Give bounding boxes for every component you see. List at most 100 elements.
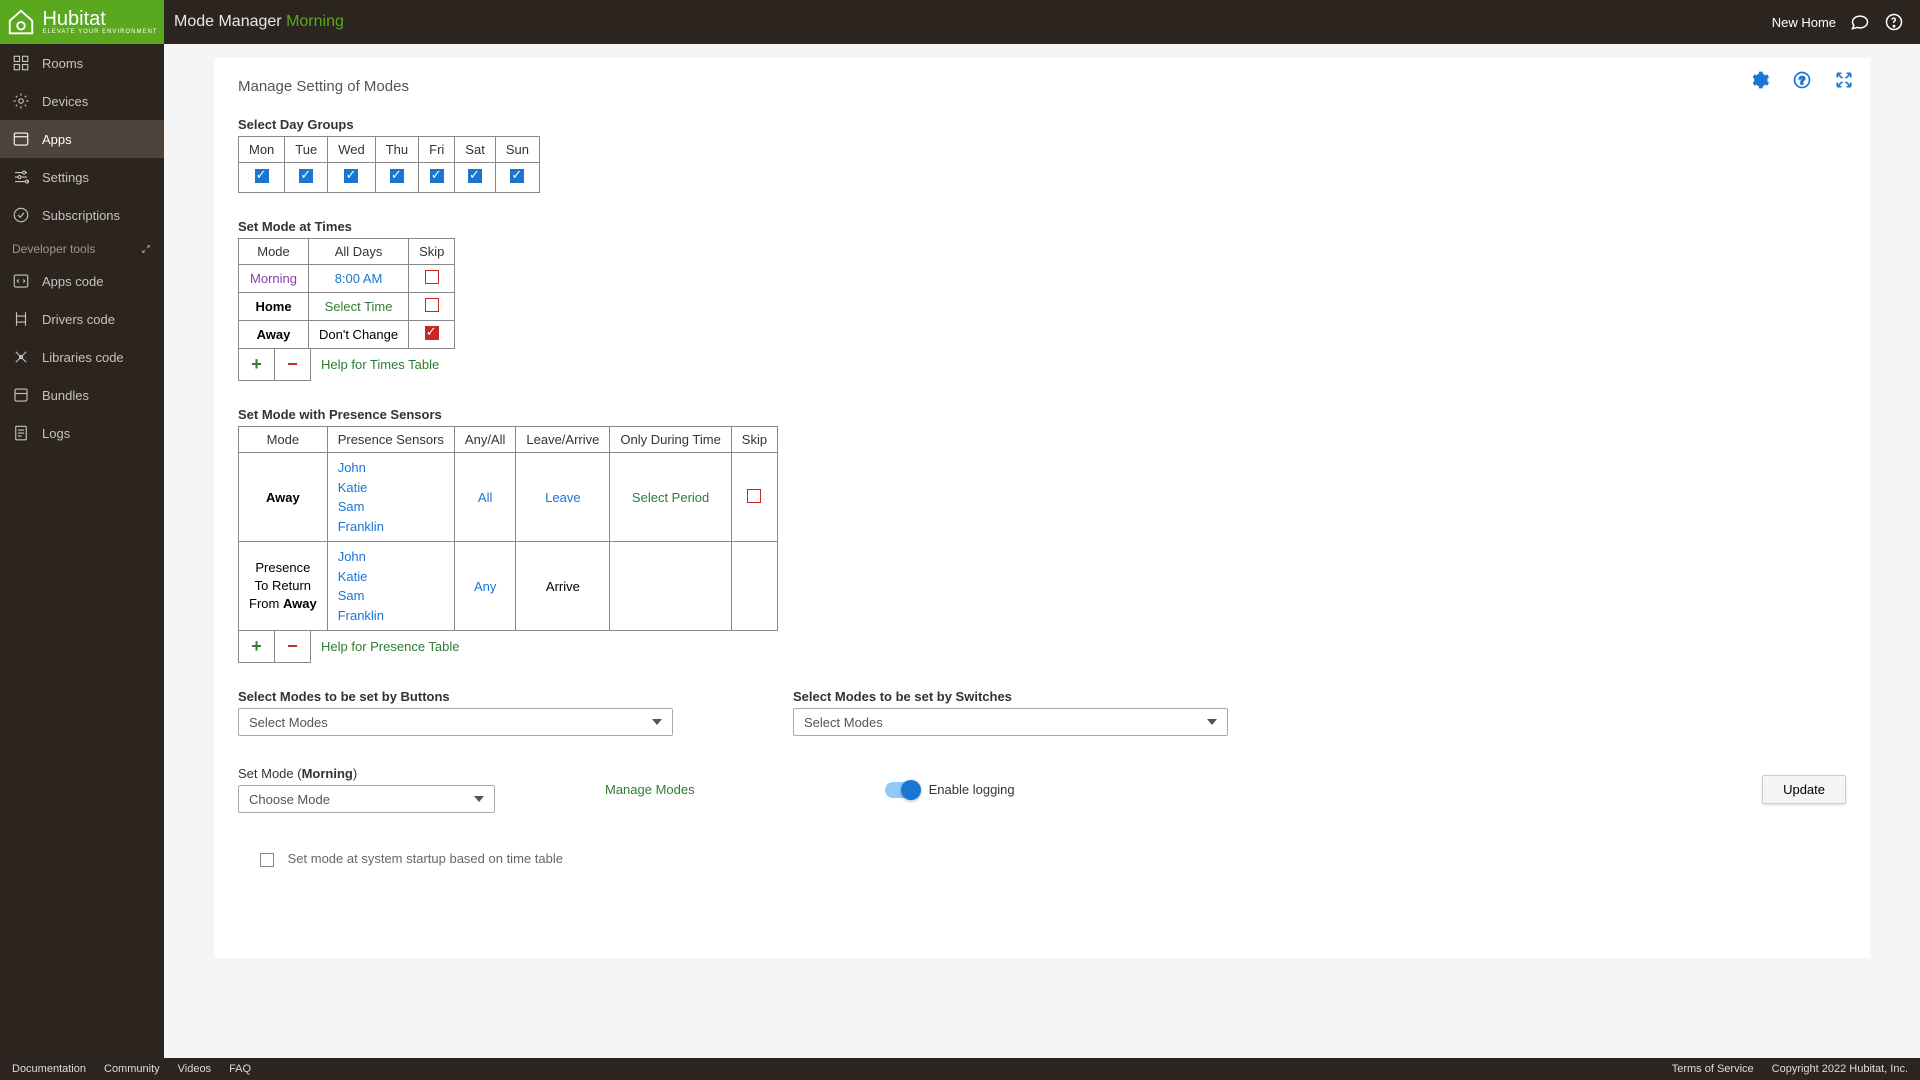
times-time[interactable]: Select Time <box>309 293 409 321</box>
chat-icon[interactable] <box>1850 12 1870 32</box>
sensor-link[interactable]: Franklin <box>338 517 444 537</box>
day-header: Tue <box>285 137 328 163</box>
switches-select[interactable]: Select Modes <box>793 708 1228 736</box>
presence-mode[interactable]: Away <box>239 453 328 542</box>
times-time[interactable]: Don't Change <box>309 321 409 349</box>
nav-label: Drivers code <box>42 312 115 327</box>
presence-header: Leave/Arrive <box>516 427 610 453</box>
day-checkbox[interactable] <box>299 169 313 183</box>
times-mode[interactable]: Home <box>239 293 309 321</box>
day-check-cell[interactable] <box>375 163 418 193</box>
times-skip[interactable] <box>409 293 455 321</box>
cutoff-row[interactable]: Set mode at system startup based on time… <box>260 851 1846 867</box>
buttons-select[interactable]: Select Modes <box>238 708 673 736</box>
times-remove-button[interactable]: − <box>275 349 311 381</box>
sensor-link[interactable]: John <box>338 458 444 478</box>
day-checkbox[interactable] <box>468 169 482 183</box>
day-header: Wed <box>328 137 376 163</box>
anyall-link[interactable]: Any <box>454 542 515 631</box>
sidebar-item-rooms[interactable]: Rooms <box>0 44 164 82</box>
skip-checkbox[interactable] <box>425 270 439 284</box>
manage-modes-link[interactable]: Manage Modes <box>605 782 695 797</box>
footer-link[interactable]: Terms of Service <box>1672 1063 1754 1075</box>
footer: Documentation Community Videos FAQ Terms of… <box>0 1058 1920 1080</box>
presence-remove-button[interactable]: − <box>275 631 311 663</box>
main-scroll[interactable]: ? Manage Setting of Modes Select Day Gro… <box>164 44 1920 1058</box>
day-checkbox[interactable] <box>510 169 524 183</box>
footer-link[interactable]: Copyright 2022 Hubitat, Inc. <box>1772 1063 1908 1075</box>
times-help-link[interactable]: Help for Times Table <box>311 349 450 381</box>
leave-arrive[interactable]: Leave <box>516 453 610 542</box>
times-skip[interactable] <box>409 265 455 293</box>
day-check-cell[interactable] <box>495 163 539 193</box>
sidebar-item-settings[interactable]: Settings <box>0 158 164 196</box>
logo[interactable]: Hubitat ELEVATE YOUR ENVIRONMENT <box>0 0 164 44</box>
footer-link[interactable]: Community <box>104 1063 160 1075</box>
day-check-cell[interactable] <box>455 163 496 193</box>
svg-text:?: ? <box>1799 75 1806 87</box>
footer-link[interactable]: Videos <box>178 1063 211 1075</box>
skip-cell[interactable] <box>731 453 777 542</box>
nav-label: Apps <box>42 132 72 147</box>
day-check-cell[interactable] <box>239 163 285 193</box>
times-skip[interactable] <box>409 321 455 349</box>
gear-icon[interactable] <box>1750 70 1770 90</box>
startup-checkbox[interactable] <box>260 853 274 867</box>
nav-label: Apps code <box>42 274 103 289</box>
skip-checkbox[interactable] <box>425 326 439 340</box>
sensor-link[interactable]: Katie <box>338 567 444 587</box>
sidebar-item-bundles[interactable]: Bundles <box>0 376 164 414</box>
presence-mode[interactable]: PresenceTo ReturnFrom Away <box>239 542 328 631</box>
expand-icon[interactable] <box>1834 70 1854 90</box>
sensor-link[interactable]: Franklin <box>338 606 444 626</box>
leave-arrive[interactable]: Arrive <box>516 542 610 631</box>
update-button[interactable]: Update <box>1762 775 1846 804</box>
period-cell[interactable] <box>610 542 731 631</box>
help-icon[interactable] <box>1884 12 1904 32</box>
sensor-link[interactable]: John <box>338 547 444 567</box>
period-cell[interactable]: Select Period <box>610 453 731 542</box>
sidebar-item-libraries-code[interactable]: Libraries code <box>0 338 164 376</box>
day-checkbox[interactable] <box>344 169 358 183</box>
day-check-cell[interactable] <box>328 163 376 193</box>
day-checkbox[interactable] <box>255 169 269 183</box>
day-checkbox[interactable] <box>430 169 444 183</box>
period-link[interactable]: Select Period <box>632 490 709 505</box>
dev-tools-header[interactable]: Developer tools <box>0 234 164 262</box>
sidebar-item-logs[interactable]: Logs <box>0 414 164 452</box>
skip-cell[interactable] <box>731 542 777 631</box>
appscode-icon <box>12 272 30 290</box>
day-check-cell[interactable] <box>419 163 455 193</box>
times-time[interactable]: 8:00 AM <box>309 265 409 293</box>
logo-icon <box>6 7 36 37</box>
skip-checkbox[interactable] <box>425 298 439 312</box>
times-mode[interactable]: Morning <box>239 265 309 293</box>
presence-sensors: JohnKatieSamFranklin <box>327 453 454 542</box>
presence-header: Presence Sensors <box>327 427 454 453</box>
choose-mode-text: Choose Mode <box>249 792 330 807</box>
times-mode[interactable]: Away <box>239 321 309 349</box>
choose-mode-select[interactable]: Choose Mode <box>238 785 495 813</box>
times-add-button[interactable]: + <box>239 349 275 381</box>
presence-help-link[interactable]: Help for Presence Table <box>311 631 470 663</box>
footer-link[interactable]: FAQ <box>229 1063 251 1075</box>
home-label[interactable]: New Home <box>1772 15 1836 30</box>
day-check-cell[interactable] <box>285 163 328 193</box>
sensor-link[interactable]: Sam <box>338 497 444 517</box>
sidebar-item-apps-code[interactable]: Apps code <box>0 262 164 300</box>
enable-logging-toggle[interactable] <box>885 782 919 798</box>
switches-label: Select Modes to be set by Switches <box>793 689 1228 704</box>
subs-icon <box>12 206 30 224</box>
sidebar-item-devices[interactable]: Devices <box>0 82 164 120</box>
presence-add-button[interactable]: + <box>239 631 275 663</box>
sidebar-item-subscriptions[interactable]: Subscriptions <box>0 196 164 234</box>
info-icon[interactable]: ? <box>1792 70 1812 90</box>
skip-checkbox[interactable] <box>747 489 761 503</box>
anyall-link[interactable]: All <box>454 453 515 542</box>
day-checkbox[interactable] <box>390 169 404 183</box>
sensor-link[interactable]: Sam <box>338 586 444 606</box>
footer-link[interactable]: Documentation <box>12 1063 86 1075</box>
sensor-link[interactable]: Katie <box>338 478 444 498</box>
sidebar-item-apps[interactable]: Apps <box>0 120 164 158</box>
sidebar-item-drivers-code[interactable]: Drivers code <box>0 300 164 338</box>
